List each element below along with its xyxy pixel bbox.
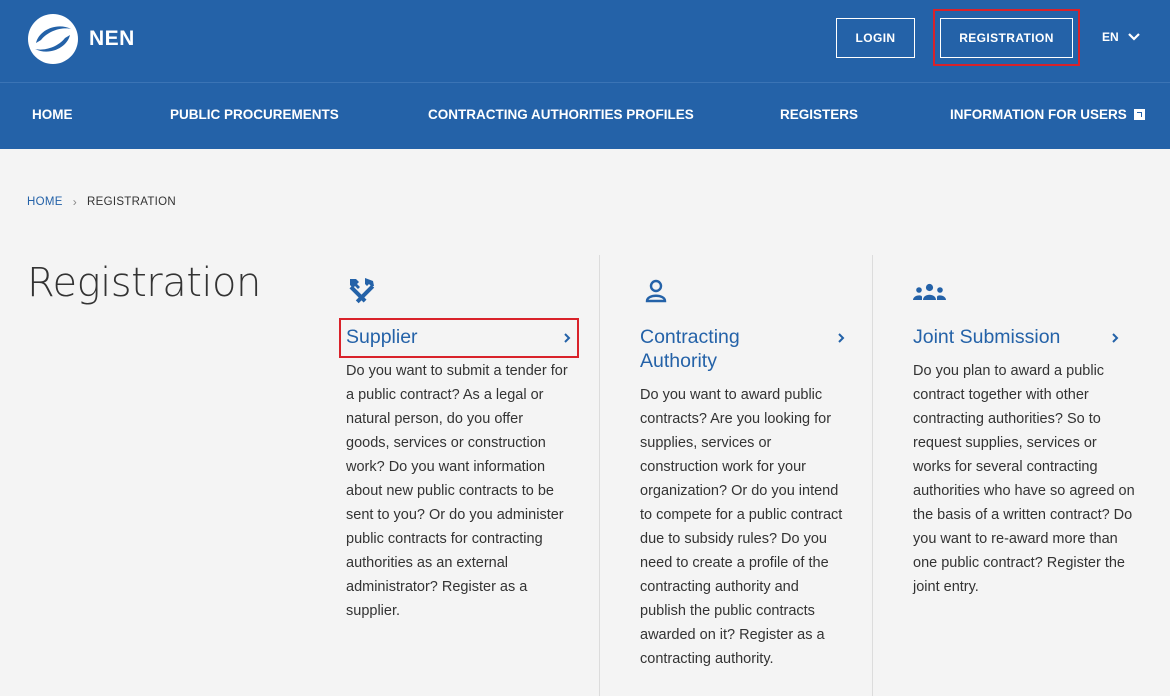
chevron-right-icon[interactable] bbox=[837, 333, 845, 343]
login-button[interactable]: LOGIN bbox=[836, 18, 915, 58]
external-link-icon bbox=[1133, 109, 1145, 120]
group-icon bbox=[913, 283, 946, 300]
nav-registers[interactable]: REGISTERS bbox=[780, 107, 858, 122]
language-selector[interactable]: EN bbox=[1102, 30, 1140, 44]
breadcrumb-home[interactable]: HOME bbox=[27, 196, 63, 208]
supplier-title[interactable]: Supplier bbox=[346, 325, 526, 349]
contracting-authority-description: Do you want to award public contracts? A… bbox=[640, 387, 843, 667]
top-header: NEN LOGIN REGISTRATION EN bbox=[0, 0, 1170, 82]
breadcrumb-separator: › bbox=[72, 195, 77, 209]
joint-submission-title[interactable]: Joint Submission bbox=[913, 325, 1103, 349]
registration-button[interactable]: REGISTRATION bbox=[940, 18, 1073, 58]
column-divider bbox=[872, 255, 873, 696]
chevron-right-icon[interactable] bbox=[1111, 333, 1119, 343]
joint-submission-description: Do you plan to award a public contract t… bbox=[913, 363, 1135, 595]
nen-logo-icon[interactable] bbox=[27, 13, 79, 65]
nav-contracting-authorities-profiles[interactable]: CONTRACTING AUTHORITIES PROFILES bbox=[428, 107, 694, 122]
nav-information-for-users-label: INFORMATION FOR USERS bbox=[950, 107, 1127, 122]
language-label: EN bbox=[1102, 30, 1119, 44]
chevron-right-icon[interactable] bbox=[563, 333, 571, 343]
breadcrumb-current: REGISTRATION bbox=[87, 196, 177, 208]
nav-public-procurements[interactable]: PUBLIC PROCUREMENTS bbox=[170, 107, 339, 122]
logo-text[interactable]: NEN bbox=[89, 27, 135, 51]
nav-information-for-users[interactable]: INFORMATION FOR USERS bbox=[950, 107, 1145, 122]
main-navigation: HOME PUBLIC PROCUREMENTS CONTRACTING AUT… bbox=[0, 82, 1170, 149]
column-divider bbox=[599, 255, 600, 696]
page-title: Registration bbox=[27, 260, 261, 306]
person-icon bbox=[645, 279, 667, 303]
chevron-down-icon bbox=[1127, 33, 1140, 41]
nav-home[interactable]: HOME bbox=[32, 107, 73, 122]
breadcrumb: HOME › REGISTRATION bbox=[27, 195, 176, 209]
supplier-description: Do you want to submit a tender for a pub… bbox=[346, 363, 568, 619]
hammer-wrench-icon bbox=[349, 278, 375, 304]
contracting-authority-title[interactable]: Contracting Authority bbox=[640, 325, 810, 373]
